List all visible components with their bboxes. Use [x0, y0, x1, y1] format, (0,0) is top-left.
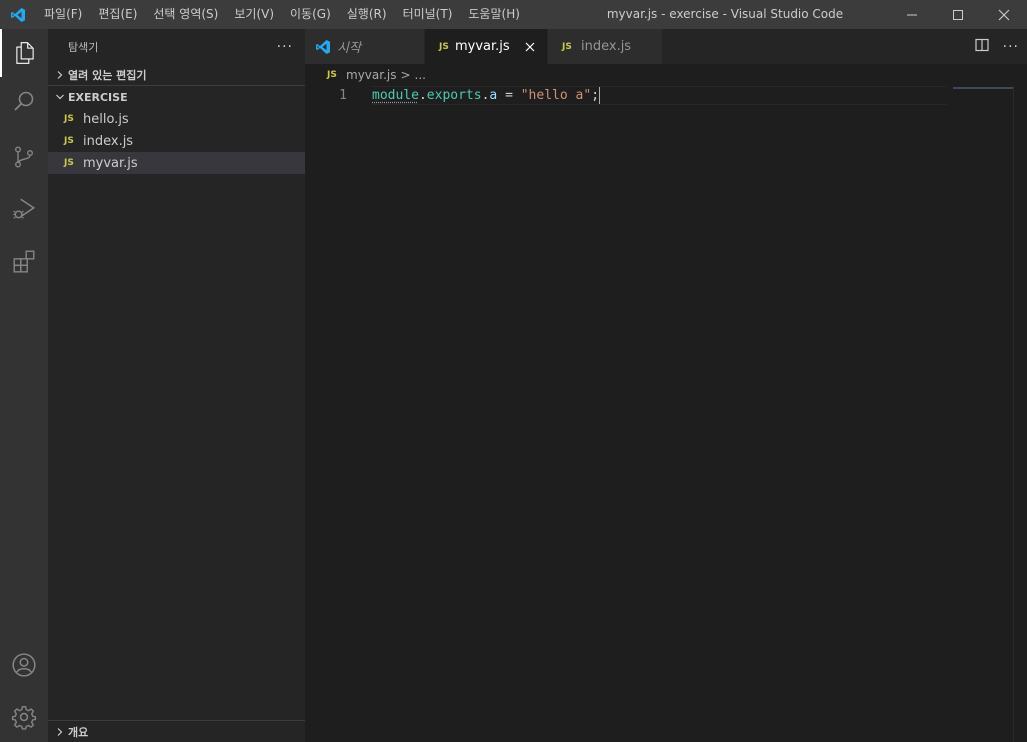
minimap[interactable] — [953, 87, 1013, 89]
close-icon — [525, 42, 535, 51]
outline-section[interactable]: 개요 — [48, 720, 305, 742]
menu-go[interactable]: 이동(G) — [282, 0, 339, 29]
split-editor-icon — [975, 38, 989, 52]
tab-label: 시작 — [337, 41, 361, 56]
run-debug-icon — [13, 198, 36, 219]
file-item-hello-js[interactable]: JS hello.js — [48, 108, 305, 130]
activity-run-debug[interactable] — [0, 185, 48, 233]
activity-bar — [0, 29, 48, 742]
extensions-icon — [13, 250, 35, 273]
vscode-logo-icon — [316, 39, 330, 54]
activity-source-control[interactable] — [0, 133, 48, 181]
open-editors-section[interactable]: 열려 있는 편집기 — [48, 64, 305, 86]
explorer-icon — [16, 42, 34, 64]
menu-run[interactable]: 실행(R) — [339, 0, 395, 29]
activity-extensions[interactable] — [0, 237, 48, 285]
tab-label: myvar.js — [454, 39, 510, 54]
minimize-icon — [907, 14, 917, 15]
menu-help[interactable]: 도움말(H) — [460, 0, 528, 29]
activity-manage[interactable] — [0, 693, 48, 741]
menu-edit[interactable]: 편집(E) — [90, 0, 145, 29]
editor-actions: ··· — [975, 29, 1019, 64]
tab-index-js[interactable]: JS index.js — [548, 29, 663, 64]
code-token-dot: . — [418, 88, 427, 103]
code-text[interactable]: module.exports.a = "hello a"; — [372, 87, 601, 104]
menu-terminal[interactable]: 터미널(T) — [395, 0, 461, 29]
file-item-index-js[interactable]: JS index.js — [48, 130, 305, 152]
code-token-exports: exports — [426, 88, 482, 103]
vertical-scrollbar[interactable] — [1013, 86, 1027, 742]
chevron-right-icon — [52, 727, 68, 737]
folder-label: EXERCISE — [68, 90, 128, 104]
settings-gear-icon — [11, 706, 37, 730]
editor-tabs: 시작 JS myvar.js JS index.js ··· — [305, 29, 1027, 64]
menu-selection[interactable]: 선택 영역(S) — [145, 0, 226, 29]
menu-file[interactable]: 파일(F) — [36, 0, 90, 29]
maximize-icon — [953, 9, 963, 20]
js-file-icon: JS — [64, 114, 74, 124]
editor-area: 시작 JS myvar.js JS index.js ··· JS myvar.… — [305, 29, 1027, 742]
split-editor-button[interactable] — [975, 38, 989, 55]
code-token-semicolon: ; — [591, 88, 600, 103]
code-token-module: module — [372, 88, 419, 103]
tab-label: index.js — [581, 39, 632, 54]
activity-search[interactable] — [0, 77, 48, 125]
close-icon — [998, 9, 1010, 20]
sidebar-header: 탐색기 ··· — [48, 29, 305, 64]
js-file-icon: JS — [439, 41, 449, 52]
sidebar-title: 탐색기 — [68, 40, 99, 54]
activity-accounts[interactable] — [0, 641, 48, 689]
file-name: index.js — [83, 133, 134, 149]
js-file-icon: JS — [327, 70, 337, 80]
close-window-button[interactable] — [981, 0, 1027, 29]
tab-myvar-js[interactable]: JS myvar.js — [425, 29, 548, 64]
chevron-down-icon — [52, 92, 68, 102]
breadcrumb-symbols[interactable]: ... — [415, 68, 426, 82]
js-file-icon: JS — [562, 41, 572, 52]
js-file-icon: JS — [64, 158, 74, 168]
tab-close-button[interactable] — [524, 39, 537, 55]
folder-section-exercise[interactable]: EXERCISE — [48, 86, 305, 108]
maximize-button[interactable] — [935, 0, 981, 29]
title-bar: 파일(F) 편집(E) 선택 영역(S) 보기(V) 이동(G) 실행(R) 터… — [0, 0, 1027, 29]
line-number: 1 — [339, 88, 347, 103]
menu-bar: 파일(F) 편집(E) 선택 영역(S) 보기(V) 이동(G) 실행(R) 터… — [36, 0, 528, 29]
explorer-sidebar: 탐색기 ··· 열려 있는 편집기 EXERCISE JS hello.js J… — [48, 29, 305, 742]
window-controls — [889, 0, 1027, 29]
file-name: hello.js — [83, 111, 129, 127]
menu-view[interactable]: 보기(V) — [226, 0, 282, 29]
source-control-icon — [15, 146, 33, 168]
file-item-myvar-js[interactable]: JS myvar.js — [48, 152, 305, 174]
sidebar-more-actions-button[interactable]: ··· — [277, 39, 293, 55]
account-icon — [12, 653, 36, 677]
vscode-logo-icon — [0, 0, 36, 29]
file-name: myvar.js — [83, 155, 138, 171]
outline-label: 개요 — [68, 725, 89, 739]
breadcrumb-separator: > — [400, 68, 411, 82]
open-editors-label: 열려 있는 편집기 — [68, 68, 147, 82]
more-actions-button[interactable]: ··· — [1003, 39, 1019, 55]
search-icon — [14, 91, 34, 111]
code-token-string: "hello a" — [520, 88, 592, 103]
window-title: myvar.js - exercise - Visual Studio Code — [606, 7, 844, 21]
breadcrumb: JS myvar.js > ... — [305, 64, 1027, 86]
text-cursor — [599, 87, 601, 104]
tab-welcome[interactable]: 시작 — [305, 29, 425, 64]
js-file-icon: JS — [64, 136, 74, 146]
minimize-button[interactable] — [889, 0, 935, 29]
code-token-assign: = — [497, 88, 521, 103]
breadcrumb-file[interactable]: myvar.js — [346, 68, 396, 82]
activity-explorer[interactable] — [0, 29, 48, 77]
chevron-right-icon — [52, 70, 68, 80]
